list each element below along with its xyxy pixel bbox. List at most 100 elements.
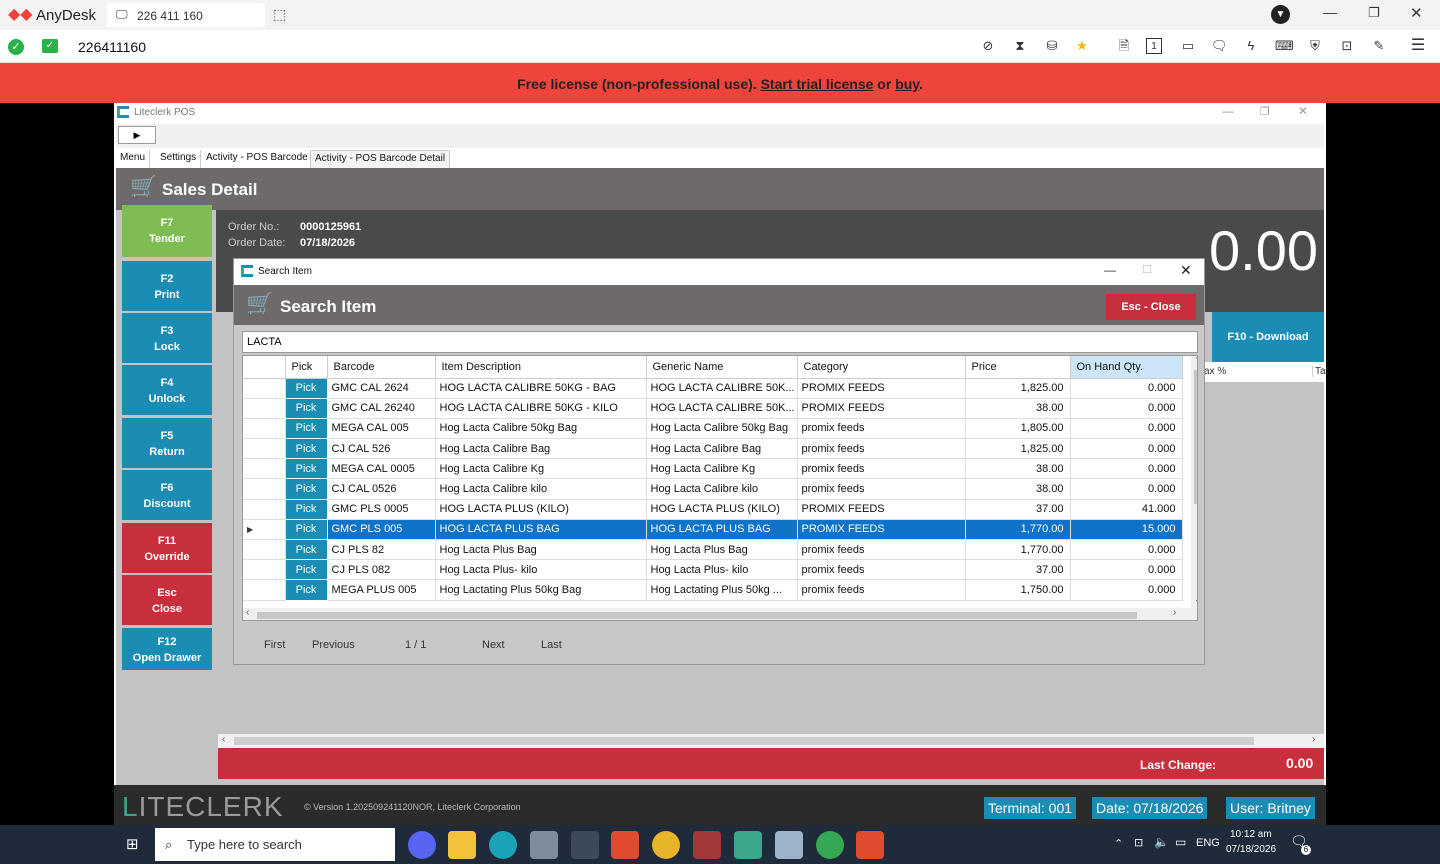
keyboard-icon[interactable]: ⌨ bbox=[1275, 38, 1294, 54]
draw-pen-icon[interactable]: ✎ bbox=[1371, 38, 1387, 54]
restore-icon[interactable]: ❐ bbox=[1368, 5, 1380, 21]
col-item-description[interactable]: Item Description bbox=[435, 356, 647, 379]
scroll-down-icon[interactable]: ⌄ bbox=[1194, 594, 1197, 605]
pick-button[interactable]: Pick bbox=[284, 538, 328, 561]
monitor-select-icon[interactable]: 1 bbox=[1146, 38, 1162, 54]
tray-monitor-icon[interactable]: ▭ bbox=[1175, 835, 1186, 849]
pager-first[interactable]: First bbox=[264, 639, 285, 651]
close-icon[interactable]: ✕ bbox=[1410, 4, 1423, 22]
lock-button[interactable]: F3 Lock bbox=[122, 313, 212, 363]
pick-button[interactable]: Pick bbox=[284, 417, 328, 440]
file-transfer-icon[interactable]: 🗎 bbox=[1116, 38, 1132, 54]
pick-button[interactable]: Pick bbox=[284, 478, 328, 500]
new-tab-icon[interactable]: ⬚ bbox=[273, 6, 286, 23]
pager-last[interactable]: Last bbox=[541, 639, 562, 651]
col-generic-name[interactable]: Generic Name bbox=[646, 356, 798, 379]
pick-button[interactable]: Pick bbox=[284, 397, 328, 419]
edge-icon[interactable] bbox=[489, 831, 517, 859]
tray-date[interactable]: 07/18/2026 bbox=[1226, 844, 1276, 855]
col-category[interactable]: Category bbox=[797, 356, 966, 379]
grid-scroll-left-icon[interactable]: ‹ bbox=[246, 607, 249, 618]
anydesk-taskbar-icon[interactable] bbox=[611, 831, 639, 859]
pick-button[interactable]: Pick bbox=[284, 518, 328, 541]
notes-icon[interactable] bbox=[775, 831, 803, 859]
table-row[interactable]: Pick CJ CAL 0526 Hog Lacta Calibre kilo Hog… bbox=[243, 478, 1183, 500]
pick-button[interactable]: Pick bbox=[284, 579, 328, 601]
grid-scroll-right-icon[interactable]: › bbox=[1173, 607, 1176, 618]
esc-close-button[interactable]: Esc - Close bbox=[1106, 294, 1196, 320]
win-close-icon[interactable]: ✕ bbox=[1298, 104, 1308, 118]
close-button[interactable]: Esc Close bbox=[122, 575, 212, 625]
nav-toggle-button[interactable]: ▶ bbox=[118, 126, 156, 144]
tab-settings[interactable]: Settings bbox=[156, 150, 202, 168]
permissions-shield-icon[interactable]: ⛨ bbox=[1307, 38, 1323, 54]
open-drawer-button[interactable]: F12 Open Drawer bbox=[122, 628, 212, 670]
table-row[interactable]: ▶ Pick GMC PLS 005 HOG LACTA PLUS BAG HOG LA… bbox=[243, 518, 1183, 541]
dialog-close-icon[interactable]: ✕ bbox=[1180, 262, 1192, 279]
table-row[interactable]: Pick MEGA CAL 0005 Hog Lacta Calibre Kg Hog… bbox=[243, 458, 1183, 480]
tender-button[interactable]: F7 Tender bbox=[122, 205, 212, 257]
chrome-icon[interactable] bbox=[652, 831, 680, 859]
tray-language[interactable]: ENG bbox=[1196, 837, 1220, 849]
dialog-maximize-icon[interactable]: ☐ bbox=[1142, 263, 1152, 276]
win-minimize-icon[interactable]: — bbox=[1222, 104, 1234, 118]
col-barcode[interactable]: Barcode bbox=[327, 356, 436, 379]
print-button[interactable]: F2 Print bbox=[122, 261, 212, 311]
tray-time[interactable]: 10:12 am bbox=[1230, 829, 1272, 840]
buy-link[interactable]: buy bbox=[895, 76, 919, 92]
display-icon[interactable]: ⊘ bbox=[980, 38, 996, 54]
scroll-right-icon[interactable]: › bbox=[1312, 734, 1315, 745]
pick-button[interactable]: Pick bbox=[284, 498, 328, 520]
discord-icon[interactable] bbox=[408, 831, 436, 859]
pick-button[interactable]: Pick bbox=[284, 458, 328, 480]
favorite-star-icon[interactable]: ★ bbox=[1074, 38, 1090, 54]
unlock-button[interactable]: F4 Unlock bbox=[122, 365, 212, 415]
menu-dropdown-icon[interactable]: ▼ bbox=[1271, 5, 1290, 24]
pick-button[interactable]: Pick bbox=[284, 377, 328, 399]
table-row[interactable]: Pick CJ PLS 82 Hog Lacta Plus Bag Hog Lacta… bbox=[243, 538, 1183, 561]
tray-chevron-icon[interactable]: ⌃ bbox=[1114, 837, 1123, 850]
search-input[interactable] bbox=[242, 331, 1198, 353]
horizontal-scrollbar[interactable]: ‹ › bbox=[218, 734, 1324, 748]
pick-button[interactable]: Pick bbox=[284, 438, 328, 460]
tab-pos-barcode[interactable]: Activity - POS Barcode bbox=[202, 150, 313, 168]
override-button[interactable]: F11 Override bbox=[122, 523, 212, 573]
windows-start-icon[interactable]: ⊞ bbox=[126, 835, 139, 853]
minimize-icon[interactable]: — bbox=[1323, 4, 1337, 20]
taskbar-search[interactable]: ⌕ Type here to search bbox=[155, 828, 395, 861]
chrome-alt-icon[interactable] bbox=[816, 831, 844, 859]
download-button[interactable]: F10 - Download bbox=[1212, 312, 1324, 362]
liteclerk-taskbar-icon[interactable] bbox=[734, 831, 762, 859]
table-row[interactable]: Pick MEGA PLUS 005 Hog Lactating Plus 50kg… bbox=[243, 579, 1183, 601]
access-icon[interactable] bbox=[693, 831, 721, 859]
database-icon[interactable]: ⛁ bbox=[1044, 38, 1060, 54]
tray-network-icon[interactable]: ⊡ bbox=[1134, 836, 1143, 849]
table-row[interactable]: Pick GMC CAL 26240 HOG LACTA CALIBRE 50KG … bbox=[243, 397, 1183, 419]
tab-menu[interactable]: Menu bbox=[116, 150, 151, 168]
screen-icon[interactable]: ▭ bbox=[1180, 38, 1196, 54]
hourglass-icon[interactable]: ⧗ bbox=[1012, 38, 1028, 54]
chat-icon[interactable]: 🗨 bbox=[1211, 38, 1228, 54]
dialog-minimize-icon[interactable]: — bbox=[1104, 263, 1116, 277]
table-row[interactable]: Pick MEGA CAL 005 Hog Lacta Calibre 50kg B… bbox=[243, 417, 1183, 440]
tab-pos-barcode-detail[interactable]: Activity - POS Barcode Detail bbox=[310, 150, 451, 168]
return-button[interactable]: F5 Return bbox=[122, 418, 212, 468]
scroll-left-icon[interactable]: ‹ bbox=[222, 734, 225, 745]
table-row[interactable]: Pick GMC PLS 0005 HOG LACTA PLUS (KILO) HOG… bbox=[243, 498, 1183, 520]
anydesk-active-icon[interactable] bbox=[856, 831, 884, 859]
session-tab[interactable]: 🖵 226 411 160 bbox=[107, 3, 265, 27]
col-pick[interactable]: Pick bbox=[285, 356, 328, 379]
actions-lightning-icon[interactable]: ϟ bbox=[1243, 38, 1259, 54]
scroll-thumb[interactable] bbox=[234, 737, 1254, 745]
col-price[interactable]: Price bbox=[965, 356, 1071, 379]
table-row[interactable]: Pick GMC CAL 2624 HOG LACTA CALIBRE 50KG -… bbox=[243, 377, 1183, 399]
col-on-hand-qty[interactable]: On Hand Qty. bbox=[1070, 356, 1183, 379]
address-field[interactable]: 226411160 bbox=[78, 39, 146, 55]
pick-button[interactable]: Pick bbox=[284, 559, 328, 581]
grid-horizontal-thumb[interactable] bbox=[257, 612, 1137, 619]
start-trial-link[interactable]: Start trial license bbox=[761, 76, 874, 92]
hamburger-menu-icon[interactable]: ☰ bbox=[1410, 38, 1426, 54]
pager-next[interactable]: Next bbox=[482, 639, 505, 651]
table-row[interactable]: Pick CJ PLS 082 Hog Lacta Plus- kilo Hog La… bbox=[243, 559, 1183, 581]
tray-volume-icon[interactable]: 🔈 bbox=[1154, 835, 1169, 849]
